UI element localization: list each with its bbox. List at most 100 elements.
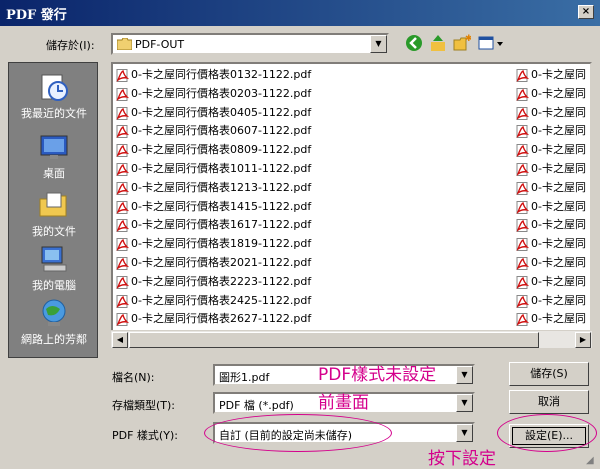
file-column-left: 0-卡之屋同行價格表0132-1122.pdf 0-卡之屋同行價格表0203-11… bbox=[115, 66, 510, 329]
list-item[interactable]: 0-卡之屋同行價格表1819-1122.pdf bbox=[115, 235, 510, 254]
annotation-ellipse-style bbox=[204, 414, 392, 452]
up-folder-icon[interactable] bbox=[428, 34, 448, 54]
file-name: 0-卡之屋同行價格表1011-1122.pdf bbox=[131, 161, 312, 175]
horizontal-scrollbar[interactable]: ◀ ▶ bbox=[111, 330, 592, 348]
list-item[interactable]: 0-卡之屋同 bbox=[515, 198, 590, 217]
filetype-label: 存檔類型(T): bbox=[112, 399, 176, 412]
list-item[interactable]: 0-卡之屋同 bbox=[515, 66, 590, 85]
file-name: 0-卡之屋同行價格表1617-1122.pdf bbox=[131, 218, 312, 232]
view-menu-icon[interactable] bbox=[476, 34, 506, 54]
pdf-file-icon bbox=[116, 125, 129, 139]
pdf-file-icon bbox=[116, 87, 129, 101]
pdf-file-icon bbox=[116, 106, 129, 120]
scroll-left-icon[interactable]: ◀ bbox=[112, 332, 128, 348]
list-item[interactable]: 0-卡之屋同行價格表1617-1122.pdf bbox=[115, 216, 510, 235]
svg-text:✱: ✱ bbox=[465, 34, 471, 44]
chevron-down-icon[interactable]: ▼ bbox=[456, 394, 473, 412]
list-item[interactable]: 0-卡之屋同行價格表2021-1122.pdf bbox=[115, 254, 510, 273]
place-recent[interactable]: 我最近的文件 bbox=[9, 71, 99, 131]
chevron-down-icon[interactable]: ▼ bbox=[370, 35, 387, 53]
window-title: PDF 發行 bbox=[6, 8, 67, 23]
save-in-combo[interactable]: PDF-OUT ▼ bbox=[111, 33, 389, 55]
pdf-file-icon bbox=[516, 313, 529, 327]
annotation-before: 前畫面 bbox=[318, 393, 369, 413]
annotation-ellipse-settings bbox=[497, 414, 597, 452]
save-button[interactable]: 儲存(S) bbox=[509, 362, 589, 386]
recent-docs-icon bbox=[38, 71, 70, 103]
place-network[interactable]: 網路上的芳鄰 bbox=[9, 297, 99, 357]
filename-value: 圖形1.pdf bbox=[219, 371, 270, 384]
scroll-thumb[interactable] bbox=[129, 332, 539, 348]
back-icon[interactable] bbox=[404, 34, 424, 54]
folder-icon bbox=[117, 38, 132, 50]
title-bar: PDF 發行 × bbox=[0, 0, 600, 26]
resize-grip-icon[interactable]: ◢ bbox=[586, 455, 598, 467]
file-name: 0-卡之屋同 bbox=[531, 255, 586, 269]
list-item[interactable]: 0-卡之屋同 bbox=[515, 141, 590, 160]
file-name: 0-卡之屋同 bbox=[531, 124, 586, 138]
pdf-style-label: PDF 樣式(Y): bbox=[112, 429, 178, 442]
list-item[interactable]: 0-卡之屋同 bbox=[515, 292, 590, 311]
pdf-file-icon bbox=[516, 275, 529, 289]
list-item[interactable]: 0-卡之屋同 bbox=[515, 235, 590, 254]
file-list[interactable]: 0-卡之屋同行價格表0132-1122.pdf 0-卡之屋同行價格表0203-11… bbox=[111, 62, 592, 348]
file-name: 0-卡之屋同行價格表2223-1122.pdf bbox=[131, 274, 312, 288]
file-name: 0-卡之屋同 bbox=[531, 143, 586, 157]
list-item[interactable]: 0-卡之屋同行價格表0132-1122.pdf bbox=[115, 66, 510, 85]
list-item[interactable]: 0-卡之屋同 bbox=[515, 216, 590, 235]
pdf-file-icon bbox=[116, 275, 129, 289]
file-name: 0-卡之屋同 bbox=[531, 293, 586, 307]
file-name: 0-卡之屋同 bbox=[531, 199, 586, 213]
list-item[interactable]: 0-卡之屋同行價格表2223-1122.pdf bbox=[115, 273, 510, 292]
pdf-file-icon bbox=[516, 144, 529, 158]
file-name: 0-卡之屋同行價格表0809-1122.pdf bbox=[131, 143, 312, 157]
file-name: 0-卡之屋同 bbox=[531, 68, 586, 81]
new-folder-icon[interactable]: ✱ bbox=[452, 34, 473, 54]
pdf-file-icon bbox=[516, 106, 529, 120]
list-item[interactable]: 0-卡之屋同行價格表1011-1122.pdf bbox=[115, 160, 510, 179]
file-name: 0-卡之屋同 bbox=[531, 218, 586, 232]
place-my-computer[interactable]: 我的電腦 bbox=[9, 243, 99, 303]
list-item[interactable]: 0-卡之屋同 bbox=[515, 273, 590, 292]
pdf-file-icon bbox=[116, 200, 129, 214]
list-item[interactable]: 0-卡之屋同行價格表0809-1122.pdf bbox=[115, 141, 510, 160]
cancel-button[interactable]: 取消 bbox=[509, 390, 589, 414]
list-item[interactable]: 0-卡之屋同 bbox=[515, 179, 590, 198]
pdf-file-icon bbox=[116, 219, 129, 233]
file-name: 0-卡之屋同行價格表2021-1122.pdf bbox=[131, 255, 312, 269]
desktop-icon bbox=[38, 131, 70, 163]
list-item[interactable]: 0-卡之屋同行價格表1415-1122.pdf bbox=[115, 198, 510, 217]
place-my-documents[interactable]: 我的文件 bbox=[9, 189, 99, 249]
annotation-press-settings: 按下設定 bbox=[428, 449, 496, 469]
file-name: 0-卡之屋同行價格表2627-1122.pdf bbox=[131, 312, 312, 326]
list-item[interactable]: 0-卡之屋同 bbox=[515, 310, 590, 329]
chevron-down-icon[interactable]: ▼ bbox=[456, 366, 473, 384]
file-name: 0-卡之屋同 bbox=[531, 86, 586, 100]
file-name: 0-卡之屋同行價格表0405-1122.pdf bbox=[131, 105, 312, 119]
scroll-right-icon[interactable]: ▶ bbox=[575, 332, 591, 348]
close-button[interactable]: × bbox=[578, 5, 594, 19]
file-name: 0-卡之屋同行價格表1415-1122.pdf bbox=[131, 199, 312, 213]
list-item[interactable]: 0-卡之屋同行價格表2425-1122.pdf bbox=[115, 292, 510, 311]
filetype-value: PDF 檔 (*.pdf) bbox=[219, 399, 294, 412]
list-item[interactable]: 0-卡之屋同行價格表0607-1122.pdf bbox=[115, 122, 510, 141]
list-item[interactable]: 0-卡之屋同 bbox=[515, 104, 590, 123]
place-desktop[interactable]: 桌面 bbox=[9, 131, 99, 191]
list-item[interactable]: 0-卡之屋同 bbox=[515, 85, 590, 104]
file-name: 0-卡之屋同行價格表1819-1122.pdf bbox=[131, 237, 312, 251]
list-item[interactable]: 0-卡之屋同行價格表2627-1122.pdf bbox=[115, 310, 510, 329]
pdf-file-icon bbox=[116, 238, 129, 252]
list-item[interactable]: 0-卡之屋同行價格表1213-1122.pdf bbox=[115, 179, 510, 198]
chevron-down-icon[interactable]: ▼ bbox=[456, 424, 473, 442]
list-item[interactable]: 0-卡之屋同 bbox=[515, 122, 590, 141]
pdf-file-icon bbox=[516, 238, 529, 252]
file-name: 0-卡之屋同 bbox=[531, 237, 586, 251]
list-item[interactable]: 0-卡之屋同行價格表0405-1122.pdf bbox=[115, 104, 510, 123]
pdf-file-icon bbox=[116, 256, 129, 270]
list-item[interactable]: 0-卡之屋同行價格表0203-1122.pdf bbox=[115, 85, 510, 104]
list-item[interactable]: 0-卡之屋同 bbox=[515, 254, 590, 273]
pdf-file-icon bbox=[116, 144, 129, 158]
list-item[interactable]: 0-卡之屋同 bbox=[515, 160, 590, 179]
file-name: 0-卡之屋同行價格表0607-1122.pdf bbox=[131, 124, 312, 138]
file-name: 0-卡之屋同行價格表1213-1122.pdf bbox=[131, 180, 312, 194]
